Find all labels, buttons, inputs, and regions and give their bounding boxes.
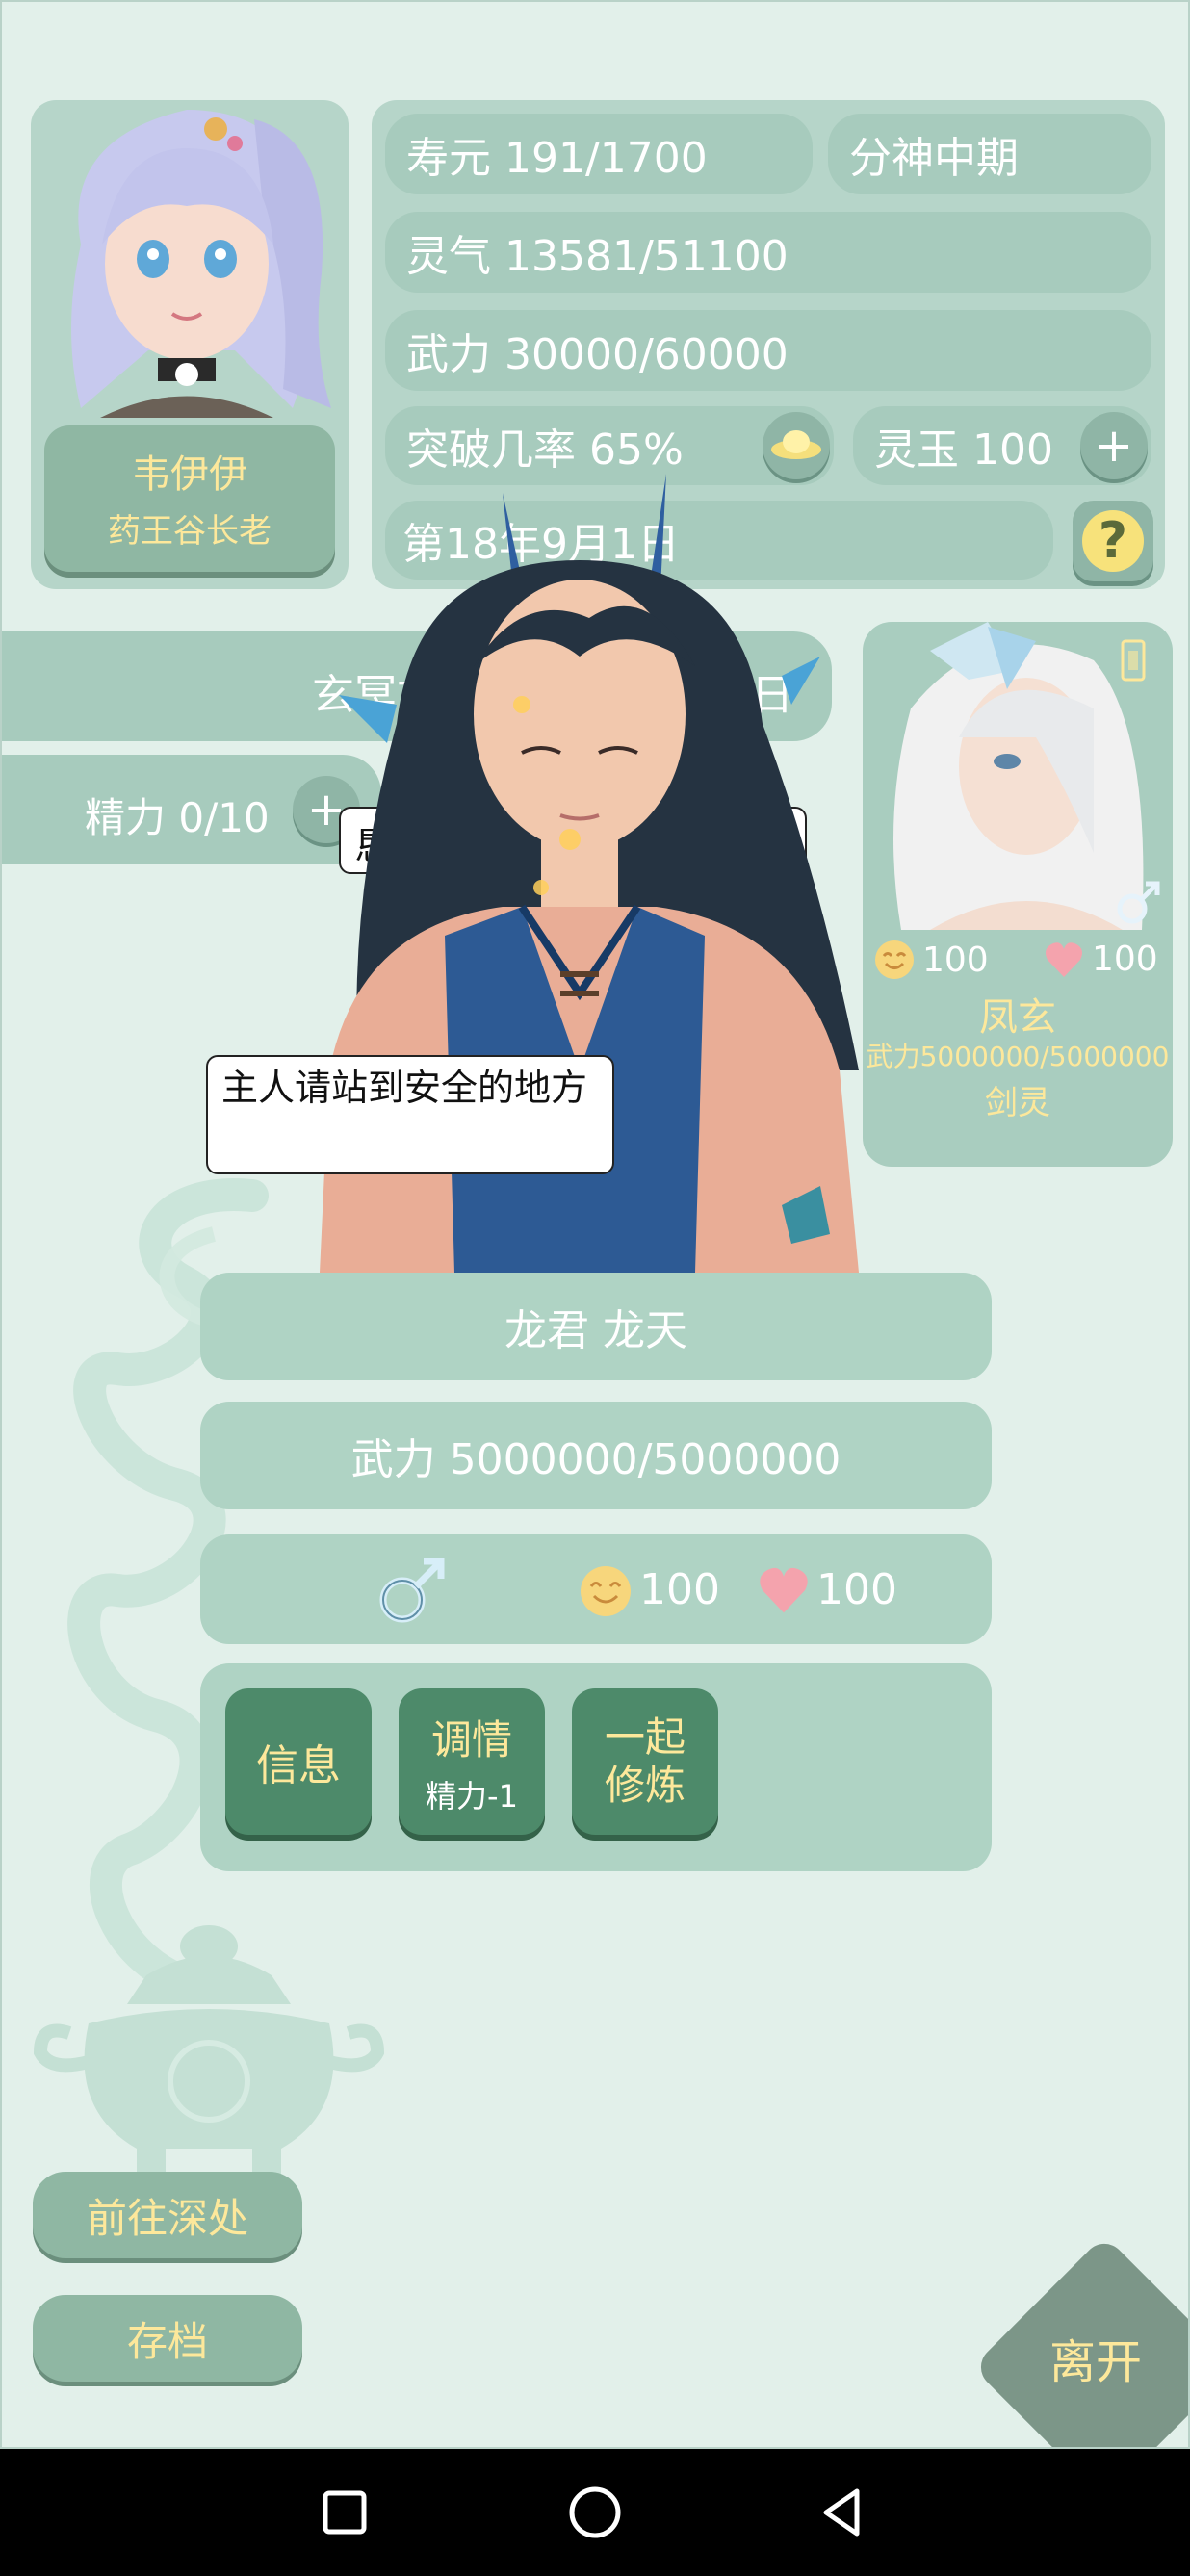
force-pill: 武力 30000/60000 (385, 310, 1151, 391)
character-affection-value: 100 (816, 1565, 897, 1614)
go-deeper-button[interactable]: 前往深处 (33, 2172, 302, 2258)
lifespan-text: 寿元 191/1700 (406, 134, 708, 183)
spirit-pill: 灵气 13581/51100 (385, 212, 1151, 293)
realm-pill: 分神中期 (828, 114, 1151, 194)
cultivate-label: 一起修炼 (604, 1713, 686, 1809)
male-icon (1117, 881, 1160, 924)
save-label: 存档 (126, 2317, 208, 2365)
info-label: 信息 (256, 1741, 341, 1790)
force-text: 武力 30000/60000 (406, 330, 789, 379)
speech-bubble: 主人请站到安全的地方 (206, 1055, 614, 1174)
incense-burner-icon (33, 1925, 385, 2174)
lifespan-pill: 寿元 191/1700 (385, 114, 813, 194)
flirt-cost: 精力-1 (426, 1777, 518, 1815)
heart-icon (1046, 941, 1082, 977)
info-button[interactable]: 信息 (225, 1688, 372, 1835)
companion-affection: 100 (1044, 940, 1158, 979)
question-icon: ? (1082, 510, 1144, 572)
companion-affection-value: 100 (1092, 940, 1158, 979)
leave-button[interactable]: 离开 (965, 2228, 1188, 2447)
go-deeper-label: 前往深处 (86, 2194, 248, 2242)
pill-icon (771, 430, 821, 459)
character-force-pill: 武力 5000000/5000000 (200, 1402, 992, 1509)
jade-add-button[interactable]: + (1080, 412, 1148, 479)
help-button[interactable]: ? (1073, 501, 1153, 581)
leave-label: 离开 (1049, 2335, 1143, 2389)
speech-text: 主人请站到安全的地方 (221, 1067, 588, 1109)
male-icon (379, 1558, 445, 1623)
back-icon[interactable] (815, 2484, 872, 2541)
system-nav-bar (0, 2449, 1190, 2576)
jade-text: 灵玉 100 (874, 425, 1053, 475)
action-panel: 信息 调情 精力-1 一起修炼 (200, 1663, 992, 1871)
flirt-label: 调情 (430, 1715, 512, 1764)
plus-icon: + (1094, 419, 1134, 473)
energy-text: 精力 0/10 (85, 794, 270, 841)
character-force: 武力 5000000/5000000 (350, 1435, 841, 1484)
game-screen: 韦伊伊 药王谷长老 寿元 191/1700 分神中期 灵气 13581/5110… (0, 0, 1190, 2449)
breakthrough-pill-button[interactable] (763, 412, 830, 479)
card-tag-icon (1121, 639, 1146, 682)
recents-icon[interactable] (316, 2484, 374, 2541)
home-icon[interactable] (566, 2484, 624, 2541)
character-name-pill: 龙君 龙天 (200, 1273, 992, 1380)
spirit-text: 灵气 13581/51100 (406, 232, 789, 281)
character-name: 龙君 龙天 (504, 1306, 687, 1355)
cultivate-together-button[interactable]: 一起修炼 (572, 1688, 718, 1835)
breakthrough-text: 突破几率 65% (406, 425, 684, 475)
character-relation-pill: 100 100 (200, 1534, 992, 1644)
player-portrait (71, 110, 331, 418)
character-mood-value: 100 (639, 1565, 720, 1614)
smile-icon (581, 1566, 631, 1616)
heart-icon (760, 1567, 808, 1613)
flirt-button[interactable]: 调情 精力-1 (399, 1688, 545, 1835)
save-button[interactable]: 存档 (33, 2295, 302, 2382)
realm-text: 分神中期 (849, 134, 1019, 183)
